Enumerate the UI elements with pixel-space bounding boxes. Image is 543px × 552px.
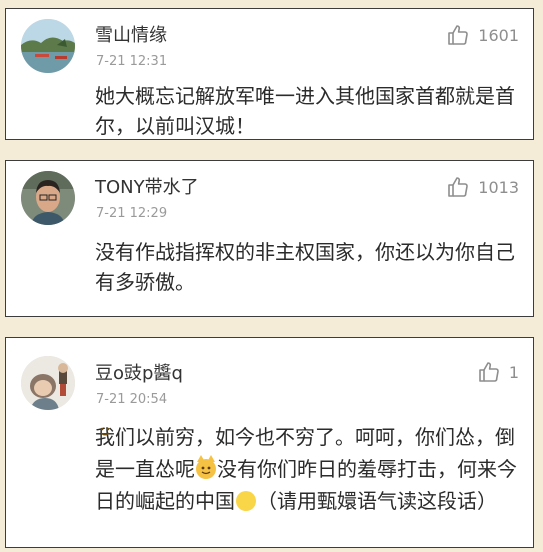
comment-text: 她大概忘记解放军唯一进入其他国家首都就是首尔，以前叫汉城！ bbox=[95, 84, 515, 138]
username[interactable]: 豆o豉p醬q bbox=[95, 359, 183, 385]
like-count: 1601 bbox=[478, 25, 519, 45]
timestamp: 7-21 20:54 bbox=[96, 392, 168, 407]
comment-card: 雪山情缘 7-21 12:31 1601 她大概忘记解放军唯一进入其他国家首都就… bbox=[5, 8, 534, 140]
like-button[interactable]: 1013 bbox=[446, 175, 519, 199]
username[interactable]: 雪山情缘 bbox=[95, 21, 167, 47]
lake-landscape-avatar[interactable] bbox=[21, 19, 75, 73]
like-count: 1013 bbox=[478, 177, 519, 197]
comment-card: TONY带水了 7-21 12:29 1013 没有作战指挥权的非主权国家，你还… bbox=[5, 160, 534, 317]
like-button[interactable]: 1601 bbox=[446, 23, 519, 47]
thumbs-up-icon bbox=[446, 175, 470, 199]
like-count: 1 bbox=[508, 362, 519, 382]
timestamp: 7-21 12:31 bbox=[96, 54, 168, 69]
timestamp: 7-21 12:29 bbox=[96, 206, 168, 221]
comment-text-part: （请用甄嬛语气读这段话） bbox=[257, 489, 497, 513]
comment-text: 没有作战指挥权的非主权国家，你还以为你自己有多骄傲。 bbox=[95, 240, 515, 294]
thumbs-up-icon bbox=[446, 23, 470, 47]
cat-face-emoji bbox=[196, 455, 216, 479]
like-button[interactable]: 1 bbox=[477, 360, 519, 384]
smile-emoji bbox=[100, 427, 256, 511]
anime-figure-avatar[interactable] bbox=[21, 356, 75, 410]
comment-card: 豆o豉p醬q 7-21 20:54 1 我们以前穷，如今也不穷了。呵呵，你们怂，… bbox=[5, 337, 534, 548]
username[interactable]: TONY带水了 bbox=[95, 173, 199, 199]
comment-text: 我们以前穷，如今也不穷了。呵呵，你们怂，倒是一直怂呢 没有你们昨日的羞辱打击，何来… bbox=[95, 421, 521, 517]
thumbs-up-icon bbox=[477, 360, 501, 384]
man-portrait-avatar[interactable] bbox=[21, 171, 75, 225]
